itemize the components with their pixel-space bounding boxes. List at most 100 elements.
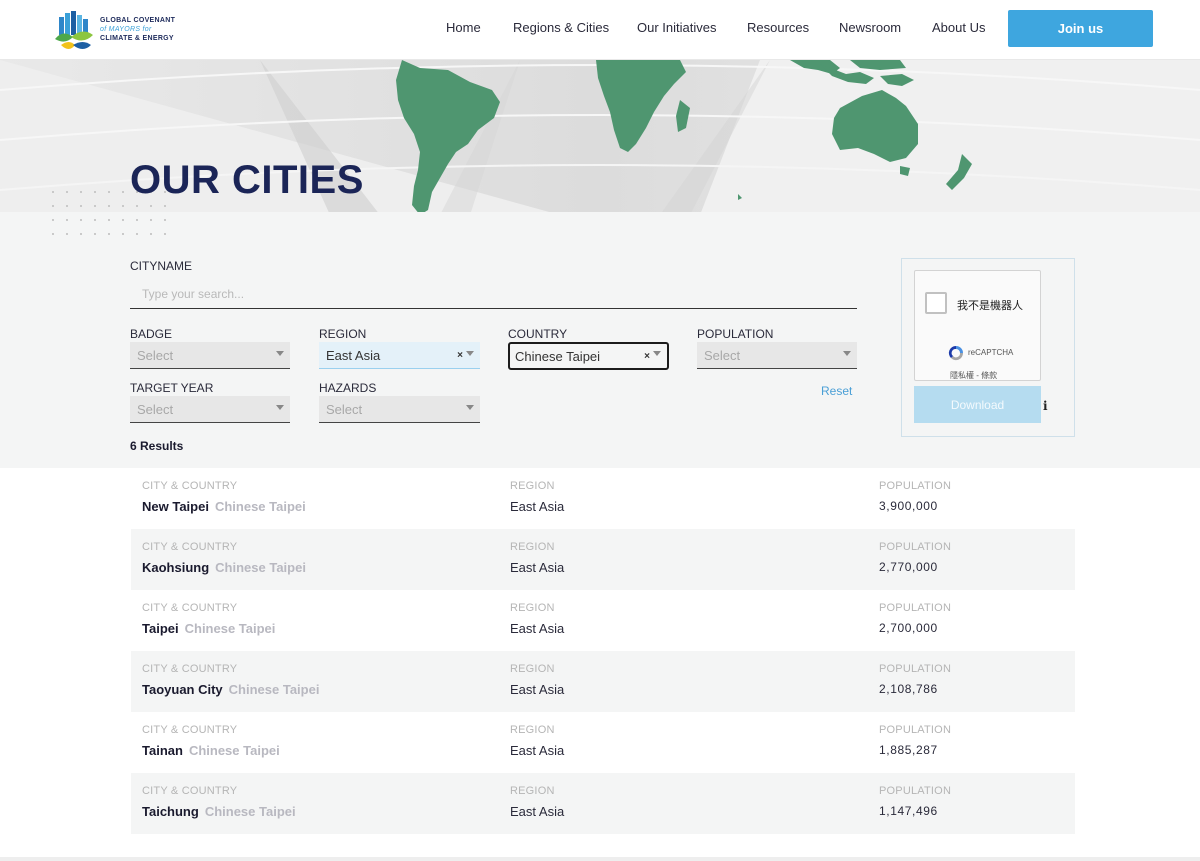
table-row[interactable]: CITY & COUNTRY Taoyuan City Chinese Taipei… [131,651,1075,712]
city-name[interactable]: New Taipei [142,499,209,514]
cityname-label: CITYNAME [130,259,193,273]
nav-newsroom[interactable]: Newsroom [839,20,901,35]
city-country-header: CITY & COUNTRY [142,785,238,797]
target-year-label: TARGET YEAR [130,381,214,395]
chevron-down-icon [466,351,474,356]
badge-select[interactable]: Select [130,342,290,369]
country-name: Chinese Taipei [214,499,306,514]
population-cell: 1,147,496 [879,804,938,818]
table-row[interactable]: CITY & COUNTRY Taipei Chinese Taipei REGION… [131,590,1075,651]
region-cell: East Asia [510,499,565,514]
region-select[interactable]: East Asia × [319,342,480,369]
population-header: POPULATION [879,785,952,797]
nav-resources[interactable]: Resources [747,20,809,35]
population-header: POPULATION [879,602,952,614]
covenant-logo-icon [55,11,93,49]
recaptcha-widget [914,270,1041,381]
chevron-down-icon [843,351,851,356]
region-cell: East Asia [510,804,565,819]
join-us-button[interactable]: Join us [1008,10,1153,47]
target-year-select[interactable]: Select [130,396,290,423]
city-name[interactable]: Taoyuan City [142,682,223,697]
table-row[interactable]: CITY & COUNTRY New Taipei Chinese Taipei RE… [131,468,1075,529]
region-cell: East Asia [510,621,565,636]
country-name: Chinese Taipei [184,621,276,636]
city-country-header: CITY & COUNTRY [142,602,238,614]
hazards-label: HAZARDS [319,381,377,395]
recaptcha-checkbox[interactable] [925,292,947,314]
country-select[interactable]: Chinese Taipei × [508,342,669,370]
clear-icon[interactable]: × [457,350,463,361]
target-year-select-value: Select [137,401,174,417]
nav-home[interactable]: Home [446,20,481,35]
population-header: POPULATION [879,541,952,553]
chevron-down-icon [276,405,284,410]
population-header: POPULATION [879,480,952,492]
badge-select-value: Select [137,347,174,363]
top-navigation: GLOBAL COVENANT of MAYORS for CLIMATE & … [0,0,1200,60]
recaptcha-icon [948,345,964,361]
population-header: POPULATION [879,724,952,736]
download-button[interactable]: Download [914,386,1041,423]
info-icon[interactable]: i [1043,399,1048,413]
region-header: REGION [510,541,555,553]
city-country-cell: Taoyuan City Chinese Taipei [142,682,319,697]
region-header: REGION [510,480,555,492]
region-cell: East Asia [510,682,565,697]
country-select-value: Chinese Taipei [515,348,601,364]
country-label: COUNTRY [508,327,568,341]
clear-icon[interactable]: × [644,351,650,362]
nav-our-initiatives[interactable]: Our Initiatives [637,20,716,35]
chevron-down-icon [466,405,474,410]
region-header: REGION [510,724,555,736]
covenant-logo[interactable]: GLOBAL COVENANT of MAYORS for CLIMATE & … [53,11,183,53]
city-country-header: CITY & COUNTRY [142,480,238,492]
population-select-value: Select [704,347,741,363]
table-row[interactable]: CITY & COUNTRY Taichung Chinese Taipei REGI… [131,773,1075,834]
logo-wordmark: GLOBAL COVENANT of MAYORS for CLIMATE & … [100,16,190,43]
city-country-cell: New Taipei Chinese Taipei [142,499,306,514]
region-cell: East Asia [510,560,565,575]
city-country-header: CITY & COUNTRY [142,724,238,736]
population-header: POPULATION [879,663,952,675]
city-country-cell: Tainan Chinese Taipei [142,743,280,758]
cityname-search-input[interactable] [130,280,857,309]
region-select-value: East Asia [326,347,381,363]
city-name[interactable]: Kaohsiung [142,560,209,575]
hazards-select[interactable]: Select [319,396,480,423]
city-name[interactable]: Taipei [142,621,179,636]
hazards-select-value: Select [326,401,363,417]
city-country-cell: Taichung Chinese Taipei [142,804,296,819]
city-country-header: CITY & COUNTRY [142,541,238,553]
city-name[interactable]: Taichung [142,804,199,819]
footer-divider [0,857,1200,861]
city-country-cell: Taipei Chinese Taipei [142,621,275,636]
recaptcha-brand: reCAPTCHA [968,348,1014,357]
population-select[interactable]: Select [697,342,857,369]
population-cell: 2,108,786 [879,682,938,696]
reset-link[interactable]: Reset [821,384,852,398]
page-title: OUR CITIES [130,158,364,202]
region-header: REGION [510,602,555,614]
logo-line-1: GLOBAL COVENANT [100,17,176,24]
country-name: Chinese Taipei [228,682,320,697]
chevron-down-icon [653,351,661,356]
chevron-down-icon [276,351,284,356]
nav-regions-cities[interactable]: Regions & Cities [513,20,609,35]
region-header: REGION [510,663,555,675]
table-row[interactable]: CITY & COUNTRY Kaohsiung Chinese Taipei REG… [131,529,1075,590]
table-row[interactable]: CITY & COUNTRY Tainan Chinese Taipei REGION… [131,712,1075,773]
population-cell: 3,900,000 [879,499,938,513]
country-name: Chinese Taipei [188,743,280,758]
region-cell: East Asia [510,743,565,758]
results-count: 6 Results [130,439,184,453]
city-name[interactable]: Tainan [142,743,183,758]
city-country-cell: Kaohsiung Chinese Taipei [142,560,306,575]
nav-about-us[interactable]: About Us [932,20,985,35]
population-cell: 2,700,000 [879,621,938,635]
region-header: REGION [510,785,555,797]
country-name: Chinese Taipei [215,560,306,575]
recaptcha-terms-link[interactable]: 隱私權 - 條款 [950,370,997,381]
recaptcha-label: 我不是機器人 [957,300,1023,312]
population-cell: 2,770,000 [879,560,938,574]
